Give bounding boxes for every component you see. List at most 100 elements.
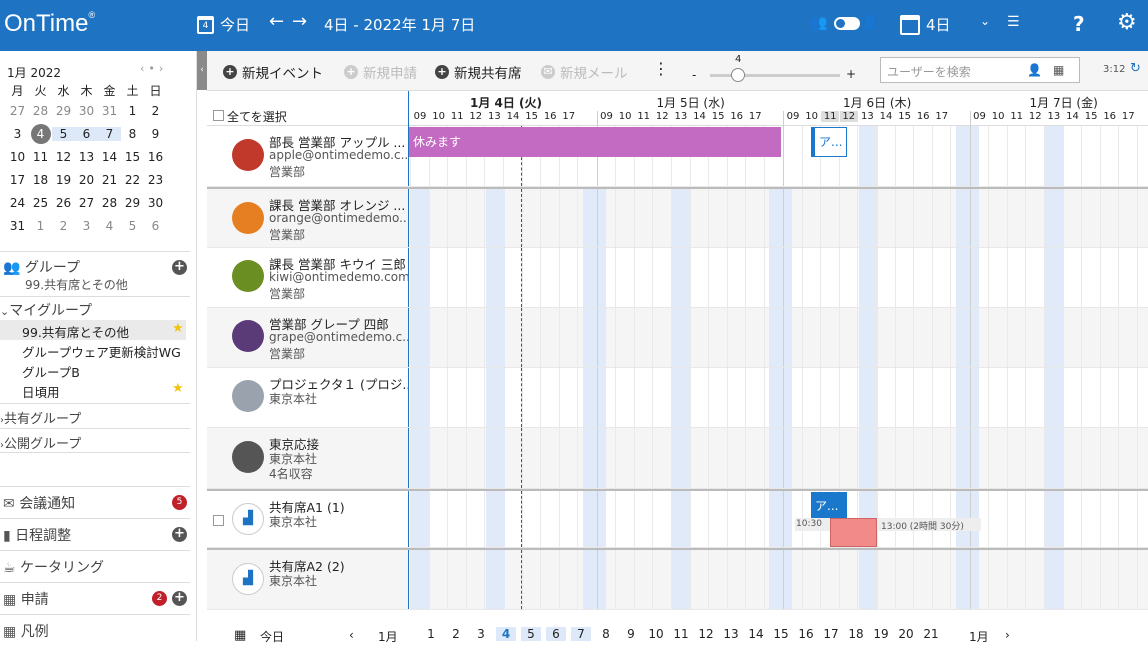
new-shared-button[interactable]: + 新規共有席 [435, 62, 522, 82]
table-row[interactable]: 課長 営業部 オレンジ ... orange@ontimedemo.... 営業部 [207, 187, 1148, 248]
bottom-day[interactable]: 20 [896, 627, 916, 641]
bottom-day[interactable]: 4 [496, 627, 516, 641]
resource-info[interactable]: ▟ 共有席A1 (1) 東京本社 [207, 491, 408, 547]
calendar-day[interactable]: 29 [121, 196, 144, 210]
calendar-day[interactable]: 1 [29, 219, 52, 233]
prev-arrow-icon[interactable]: ← [269, 11, 284, 32]
meeting-notify[interactable]: ✉ 会議通知 5 [0, 486, 190, 518]
calendar-day[interactable]: 17 [6, 173, 29, 187]
bottom-day[interactable]: 14 [746, 627, 766, 641]
today-button[interactable]: 4 今日 [197, 14, 250, 35]
next-arrow-icon[interactable]: → [292, 11, 307, 32]
zoom-plus[interactable]: + [846, 67, 856, 81]
calendar-day[interactable]: 13 [75, 150, 98, 164]
calendar-day[interactable]: 30 [144, 196, 167, 210]
bottom-day[interactable]: 18 [846, 627, 866, 641]
calendar-day[interactable]: 12 [52, 150, 75, 164]
calendar-day[interactable]: 3 [6, 127, 29, 141]
new-apply-button[interactable]: + 新規申請 [344, 62, 417, 82]
calendar-day[interactable]: 6 [144, 219, 167, 233]
my-group-header[interactable]: ⌄マイグループ [0, 296, 190, 319]
table-row[interactable]: プロジェクタ１ (プロジ... 東京本社 [207, 368, 1148, 428]
row-timeline[interactable] [408, 368, 1148, 427]
calendar-day[interactable]: 21 [98, 173, 121, 187]
gear-icon[interactable]: ⚙ [1117, 10, 1137, 35]
calendar-day[interactable]: 28 [98, 196, 121, 210]
calendar-day[interactable]: 16 [144, 150, 167, 164]
mini-calendar-nav[interactable]: ‹•› [140, 62, 167, 75]
bottom-day[interactable]: 2 [446, 627, 466, 641]
row-timeline[interactable] [408, 308, 1148, 367]
day-header[interactable]: 1月 5日 (水) [657, 94, 725, 111]
shared-seat-event[interactable]: ア... [811, 492, 847, 520]
row-checkbox[interactable] [213, 515, 224, 526]
collapse-sidebar-button[interactable]: ‹ [197, 51, 207, 90]
calendar-day[interactable]: 23 [144, 173, 167, 187]
calendar-day[interactable]: 4 [98, 219, 121, 233]
chevron-down-icon[interactable]: ⌄ [980, 14, 990, 28]
bottom-day[interactable]: 3 [471, 627, 491, 641]
group-section[interactable]: 👥 グループ + 99.共有席とその他 [0, 251, 190, 296]
table-row[interactable]: ▟ 共有席A2 (2) 東京本社 [207, 548, 1148, 610]
short-event[interactable]: ア... [811, 127, 847, 157]
new-event-button[interactable]: + 新規イベント [223, 62, 323, 82]
calendar-day[interactable]: 22 [121, 173, 144, 187]
my-group-item[interactable]: グループB [22, 362, 80, 381]
apply[interactable]: ▦ 申請 2 + [0, 582, 190, 614]
star-icon[interactable]: ★ [172, 321, 184, 336]
calendar-day[interactable]: 29 [52, 104, 75, 118]
calendar-day[interactable]: 31 [6, 219, 29, 233]
calendar-day[interactable]: 30 [75, 104, 98, 118]
calendar-day[interactable]: 28 [29, 104, 52, 118]
calendar-day[interactable]: 2 [52, 219, 75, 233]
bottom-day[interactable]: 8 [596, 627, 616, 641]
bottom-day[interactable]: 21 [921, 627, 941, 641]
calendar-day[interactable]: 9 [144, 127, 167, 141]
calendar-day[interactable]: 10 [6, 150, 29, 164]
table-row[interactable]: 東京応接 東京本社 4名収容 [207, 428, 1148, 489]
select-all-checkbox[interactable] [213, 110, 224, 121]
day-header[interactable]: 1月 6日 (木) [843, 94, 911, 111]
row-timeline[interactable] [408, 189, 1148, 247]
bottom-prev-icon[interactable]: ‹ [349, 628, 354, 642]
my-group-item[interactable]: 日頃用 [22, 382, 60, 401]
add-group-button[interactable]: + [172, 260, 187, 275]
bottom-day[interactable]: 13 [721, 627, 741, 641]
bottom-day[interactable]: 17 [821, 627, 841, 641]
bottom-day[interactable]: 11 [671, 627, 691, 641]
calendar-day[interactable]: 27 [6, 104, 29, 118]
table-row[interactable]: 営業部 グレープ 四郎 grape@ontimedemo.c... 営業部 [207, 308, 1148, 368]
bottom-next-icon[interactable]: › [1005, 628, 1010, 642]
bottom-day[interactable]: 5 [521, 627, 541, 641]
bottom-day[interactable]: 12 [696, 627, 716, 641]
calendar-day[interactable]: 27 [75, 196, 98, 210]
ontime-logo[interactable]: OnTime® [4, 10, 95, 38]
my-group-item[interactable]: 99.共有席とその他 [22, 322, 129, 341]
bottom-day[interactable]: 1 [421, 627, 441, 641]
calendar-day[interactable]: 19 [52, 173, 75, 187]
bottom-day[interactable]: 15 [771, 627, 791, 641]
calendar-day[interactable]: 5 [121, 219, 144, 233]
bottom-day[interactable]: 9 [621, 627, 641, 641]
day-header[interactable]: 1月 7日 (金) [1030, 94, 1098, 111]
calendar-day[interactable]: 5 [52, 126, 75, 141]
calendar-day[interactable]: 11 [29, 150, 52, 164]
bottom-day[interactable]: 7 [571, 627, 591, 641]
resource-info[interactable]: ▟ 共有席A2 (2) 東京本社 [207, 550, 408, 609]
calendar-day[interactable]: 24 [6, 196, 29, 210]
zoom-slider[interactable] [710, 74, 840, 77]
row-timeline[interactable]: 休みます ア... [408, 126, 1148, 186]
zoom-minus[interactable]: - [692, 68, 696, 82]
star-icon[interactable]: ★ [172, 381, 184, 396]
resource-info[interactable]: 部長 営業部 アップル ... apple@ontimedemo.c... 営業部 [207, 126, 408, 186]
calendar-day[interactable]: 15 [121, 150, 144, 164]
calendar-day[interactable]: 25 [29, 196, 52, 210]
calendar-day[interactable]: 14 [98, 150, 121, 164]
legend[interactable]: ▦ 凡例 [0, 614, 190, 641]
user-search-input[interactable]: ユーザーを検索 [880, 57, 1080, 83]
help-icon[interactable]: ? [1073, 12, 1085, 36]
calendar-day[interactable]: 18 [29, 173, 52, 187]
my-group-item[interactable]: グループウェア更新検討WG [22, 342, 181, 361]
catering[interactable]: ☕ ケータリング [0, 550, 190, 582]
calendar-day[interactable]: 31 [98, 104, 121, 118]
